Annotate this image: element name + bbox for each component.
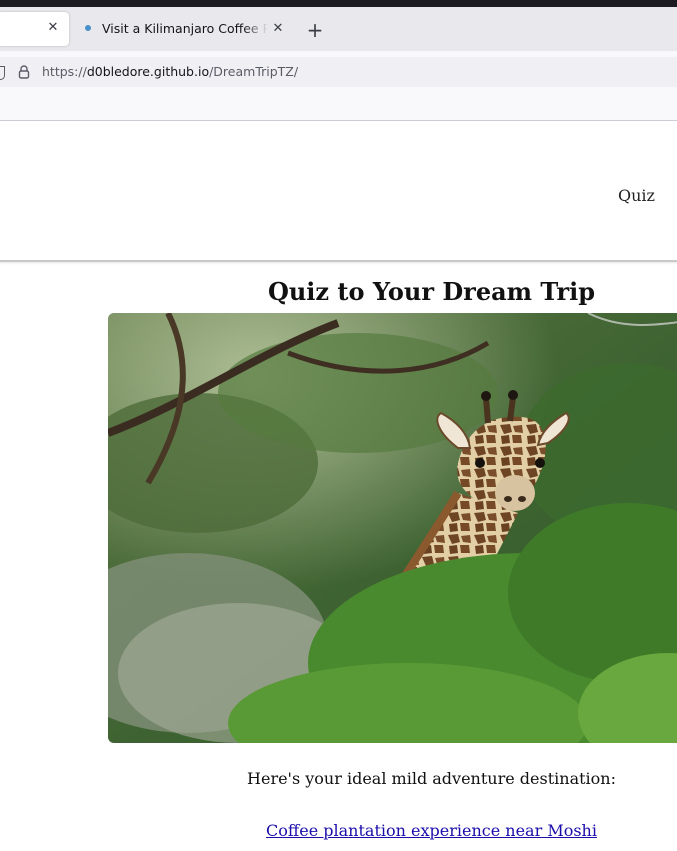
result-destination-link[interactable]: Coffee plantation experience near Moshi xyxy=(190,820,673,842)
lock-icon[interactable] xyxy=(18,64,30,79)
navigation-bar: https://d0bledore.github.io/DreamTripTZ/ xyxy=(0,51,677,93)
tab-strip: ✕ Visit a Kilimanjaro Coffee Plantation … xyxy=(0,7,677,51)
page-title: Quiz to Your Dream Trip xyxy=(267,277,596,306)
shield-icon[interactable] xyxy=(0,66,5,80)
tab-active[interactable]: ✕ xyxy=(0,12,69,46)
close-icon[interactable]: ✕ xyxy=(271,22,285,36)
bookmarks-bar xyxy=(0,93,677,121)
tab-kilimanjaro[interactable]: Visit a Kilimanjaro Coffee Plantation ✕ xyxy=(76,12,290,46)
favicon-icon xyxy=(85,25,91,31)
url-path: /DreamTripTZ/ xyxy=(209,64,299,79)
window-top-bar xyxy=(0,0,677,7)
nav-link-quiz[interactable]: Quiz xyxy=(618,185,655,207)
hero-giraffe-image xyxy=(108,313,677,743)
url-scheme: https:// xyxy=(42,64,87,79)
url-host: d0bledore.github.io xyxy=(86,64,210,79)
site-header: Quiz xyxy=(0,121,677,262)
result-text: Here's your ideal mild adventure destina… xyxy=(247,769,616,788)
close-icon[interactable]: ✕ xyxy=(46,21,60,35)
url-text[interactable]: https://d0bledore.github.io/DreamTripTZ/ xyxy=(42,63,298,81)
tab-title: Visit a Kilimanjaro Coffee Plantation xyxy=(102,21,268,36)
plus-icon[interactable]: + xyxy=(305,20,325,40)
